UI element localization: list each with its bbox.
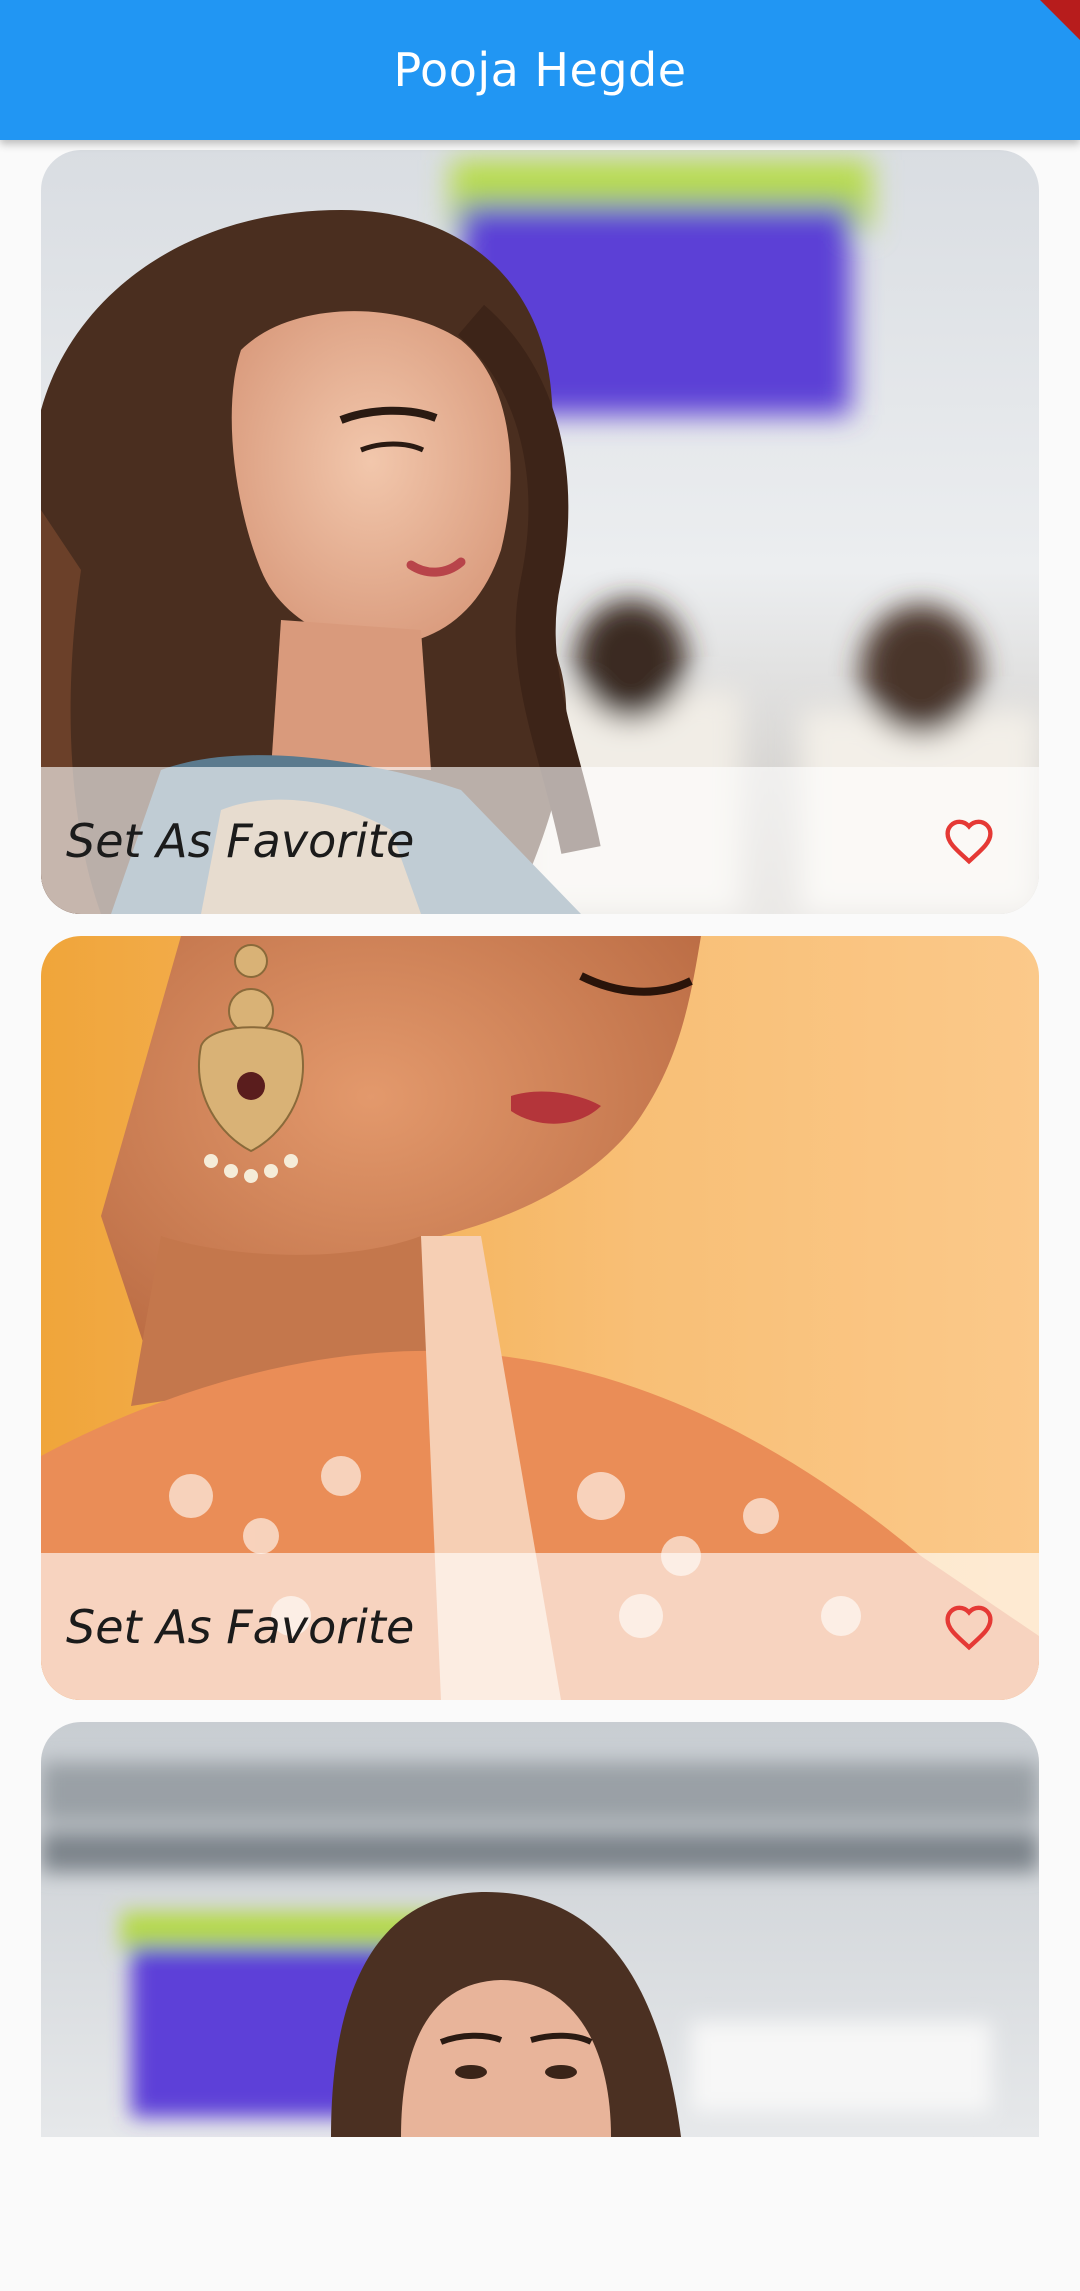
- heart-outline-icon[interactable]: [939, 1597, 999, 1657]
- card-footer: Set As Favorite: [41, 1553, 1039, 1700]
- app-title: Pooja Hegde: [393, 43, 687, 97]
- image-card[interactable]: Set As Favorite: [41, 936, 1039, 1700]
- image-list[interactable]: Set As Favorite Set As Favorite: [0, 140, 1080, 2137]
- card-footer: Set As Favorite: [41, 767, 1039, 914]
- app-bar: Pooja Hegde: [0, 0, 1080, 140]
- set-favorite-label: Set As Favorite: [66, 1599, 415, 1654]
- card-photo: [41, 1722, 1039, 2137]
- image-card[interactable]: [41, 1722, 1039, 2137]
- set-favorite-label: Set As Favorite: [66, 813, 415, 868]
- heart-outline-icon[interactable]: [939, 811, 999, 871]
- image-card[interactable]: Set As Favorite: [41, 150, 1039, 914]
- debug-banner: [1040, 0, 1080, 40]
